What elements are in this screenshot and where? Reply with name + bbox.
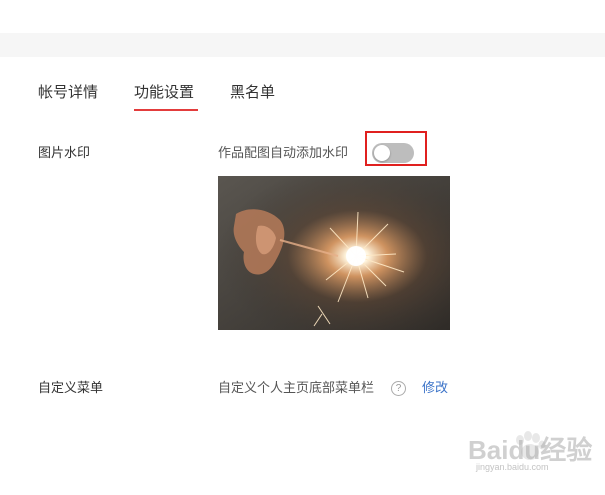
help-icon[interactable]: ? xyxy=(391,381,406,396)
watermark-setting-label: 图片水印 xyxy=(38,146,91,161)
active-tab-underline xyxy=(134,109,198,111)
highlight-box xyxy=(365,131,427,166)
edit-menu-link[interactable]: 修改 xyxy=(422,380,448,398)
custom-menu-label: 自定义菜单 xyxy=(38,381,104,396)
watermark-setting-description: 作品配图自动添加水印 xyxy=(218,146,349,161)
top-band xyxy=(0,33,605,57)
tab-account-details[interactable]: 帐号详情 xyxy=(38,82,98,102)
tab-feature-settings[interactable]: 功能设置 xyxy=(134,82,194,102)
watermark-preview-image xyxy=(218,176,450,330)
custom-menu-description: 自定义个人主页底部菜单栏 xyxy=(218,381,375,396)
tab-blacklist[interactable]: 黑名单 xyxy=(230,82,275,102)
baidu-watermark-url: jingyan.baidu.com xyxy=(476,462,549,472)
